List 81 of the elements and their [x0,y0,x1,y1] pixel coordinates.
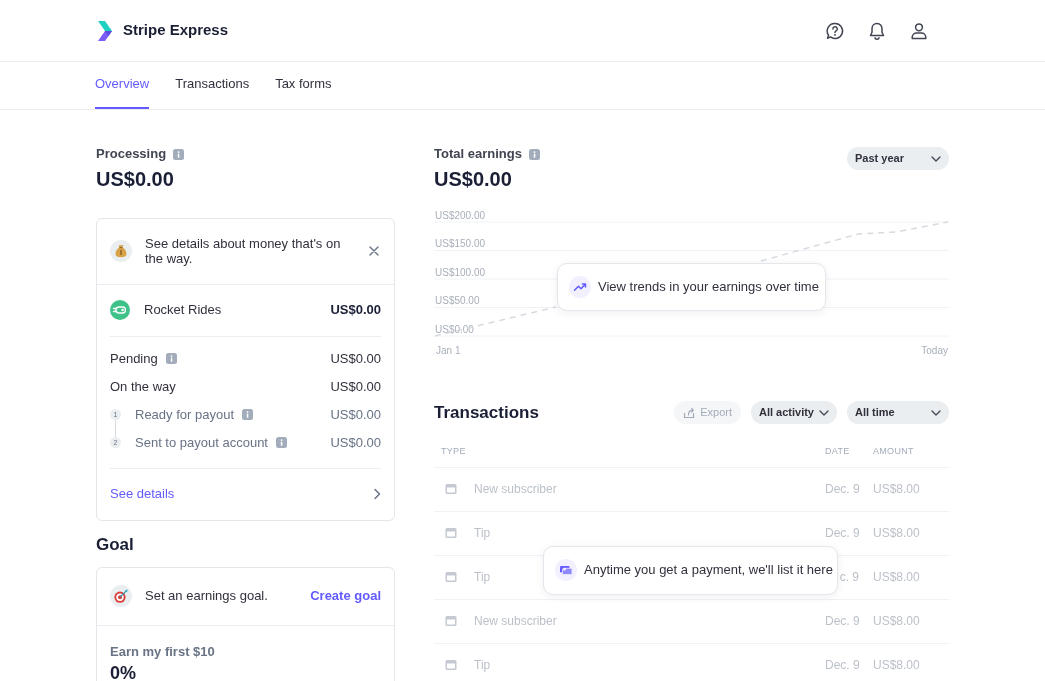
line-amount: US$0.00 [330,405,381,424]
transaction-date: Dec. 9 [825,614,860,628]
stat-amount: US$0.00 [434,167,512,191]
column-header: AMOUNT [873,446,914,457]
transaction-date: c. 9 [839,570,859,584]
tab[interactable]: Overview [95,61,150,109]
info-icon[interactable] [165,353,177,364]
axis-label: US$50.00 [435,294,480,306]
store-icon [445,571,457,583]
transaction-type: Tip [474,526,491,540]
see-details-link[interactable]: See details [110,484,175,504]
target-icon [110,585,132,607]
goal-prompt: Set an earnings goal. [145,587,268,606]
stat-label: Processing [96,146,167,162]
account-name: Rocket Rides [144,301,222,320]
export-icon [683,406,696,419]
money-bag-icon [110,240,132,262]
line-amount: US$0.00 [330,433,381,452]
transaction-amount: US$8.00 [873,570,920,584]
info-icon[interactable] [276,437,287,448]
axis-label: US$100.00 [435,266,486,277]
percent-text: 0% [110,663,136,681]
store-icon [445,483,457,495]
section-heading: Goal [96,534,135,555]
create-goal-link[interactable]: Create goal [310,586,381,606]
chevron-down-icon [931,409,941,416]
axis-label: US$150.00 [435,237,486,249]
transaction-amount: US$8.00 [873,482,920,496]
filter-dropdown[interactable]: All activity [750,401,837,424]
line-amount: US$0.00 [330,349,381,368]
line-label: On the way [110,377,176,396]
hint-text: View trends in your earnings over time [598,277,819,296]
section-heading: Transactions [434,401,539,424]
close-icon[interactable] [369,246,379,256]
axis-label: US$0.00 [435,323,474,334]
period-dropdown[interactable]: Past year [847,147,949,170]
payment-icon [555,559,577,581]
rocket-logo-icon [110,300,130,320]
stat-amount: US$0.00 [96,167,174,191]
trend-icon [569,275,591,298]
transaction-amount: US$8.00 [873,614,920,628]
column-header: DATE [825,446,850,457]
chevron-right-icon[interactable] [373,488,381,500]
transaction-amount: US$8.00 [873,526,920,540]
info-icon[interactable] [173,148,185,160]
transaction-date: Dec. 9 [825,658,860,672]
chevron-down-icon [819,409,829,416]
hint-text: Anytime you get a payment, we'll list it here [584,561,833,580]
store-icon [445,527,457,539]
bell-icon[interactable] [867,20,887,41]
stat-label: Total earnings [434,146,522,162]
info-icon[interactable] [528,148,540,160]
line-amount: US$0.00 [330,377,381,396]
person-icon[interactable] [909,20,929,41]
chevron-down-icon [931,155,941,162]
transaction-type: Tip [474,570,491,584]
axis-label: Jan 1 [436,344,461,356]
store-icon [445,659,457,671]
column-header: TYPE [441,446,466,457]
transaction-amount: US$8.00 [873,658,920,672]
transaction-date: Dec. 9 [825,526,860,540]
notice-text: See details about money that's on the way. [145,236,342,266]
transaction-type: New subscriber [474,614,557,628]
tab[interactable]: Tax forms [275,61,332,109]
account-amount: US$0.00 [330,301,381,320]
axis-label: Today [921,344,948,356]
brand-name: Stripe Express [123,20,229,41]
logo-icon [97,19,113,42]
transaction-date: Dec. 9 [825,482,860,496]
line-label: Ready for payout [135,405,234,424]
info-icon[interactable] [242,409,253,420]
transaction-type: Tip [474,658,491,672]
line-label: Sent to payout account [135,433,268,452]
store-icon [445,615,457,627]
filter-dropdown[interactable]: All time [847,401,949,424]
tab[interactable]: Transactions [175,61,250,109]
goal-name: Earn my first $10 [110,643,215,660]
line-label: Pending [110,349,158,368]
axis-label: US$200.00 [435,209,486,220]
transaction-type: New subscriber [474,482,557,496]
help-icon[interactable] [825,20,845,41]
